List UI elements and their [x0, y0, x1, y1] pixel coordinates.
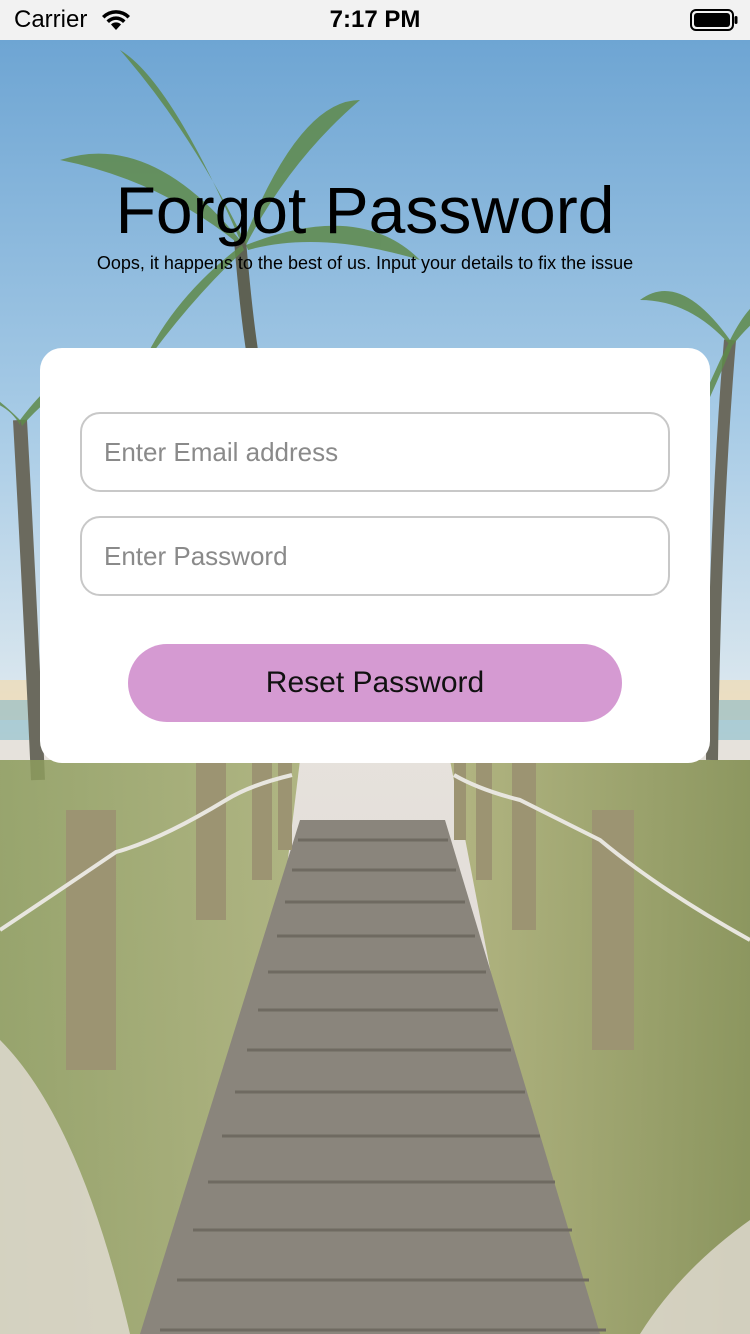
email-input[interactable]: [80, 412, 670, 492]
password-input[interactable]: [80, 516, 670, 596]
status-time: 7:17 PM: [329, 6, 421, 33]
page-subtitle: Oops, it happens to the best of us. Inpu…: [96, 253, 634, 273]
forgot-password-screen: Carrier 7:17 PM Forgot Password Oops, it…: [0, 0, 750, 1334]
status-bar: Carrier 7:17 PM: [0, 0, 750, 40]
page-title: Forgot Password: [115, 173, 615, 247]
battery-icon: [690, 9, 738, 31]
reset-form-card: Reset Password: [40, 348, 710, 763]
reset-password-button[interactable]: Reset Password: [128, 644, 622, 722]
